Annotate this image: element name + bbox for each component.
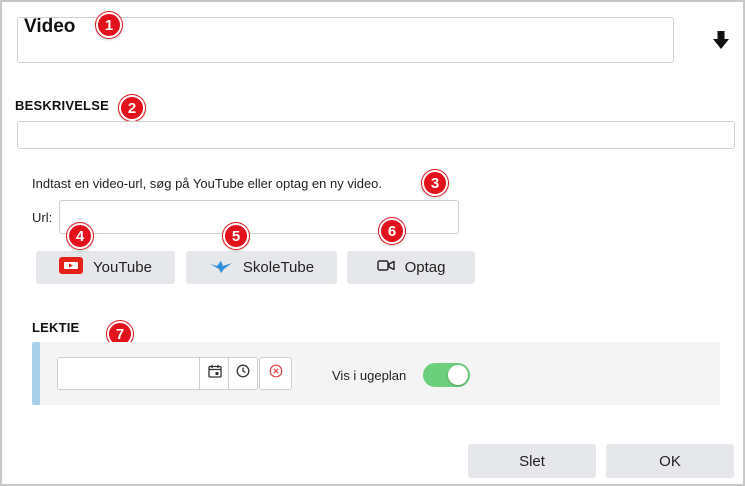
toggle-knob [448, 365, 468, 385]
skoletube-button[interactable]: SkoleTube [186, 251, 337, 284]
callout-badge-5: 5 [223, 223, 249, 249]
date-input[interactable] [57, 357, 200, 390]
video-camera-icon [376, 259, 395, 276]
lektie-label: LEKTIE [32, 320, 80, 335]
callout-badge-3: 3 [422, 170, 448, 196]
calendar-icon [207, 364, 222, 383]
skoletube-bird-icon [209, 258, 233, 278]
dialog-frame: Video 1 BESKRIVELSE 2 Indtast en video-u… [0, 0, 745, 486]
title-text: Video [24, 16, 76, 37]
youtube-button[interactable]: YouTube [36, 251, 175, 284]
description-input[interactable] [17, 121, 735, 149]
delete-button[interactable]: Slet [468, 444, 596, 478]
ok-button-label: OK [659, 452, 681, 470]
show-in-weekplan-toggle[interactable] [423, 363, 470, 387]
delete-button-label: Slet [519, 452, 545, 470]
callout-badge-1: 1 [96, 12, 122, 38]
record-button[interactable]: Optag [347, 251, 475, 284]
show-in-weekplan-label: Vis i ugeplan [332, 368, 407, 383]
time-button[interactable] [228, 357, 258, 390]
url-label: Url: [32, 210, 53, 225]
calendar-button[interactable] [199, 357, 229, 390]
record-button-label: Optag [404, 259, 446, 276]
description-label: BESKRIVELSE [15, 98, 109, 113]
download-icon[interactable] [710, 29, 732, 51]
callout-badge-6: 6 [379, 218, 405, 244]
url-hint-text: Indtast en video-url, søg på YouTube ell… [32, 176, 383, 191]
ok-button[interactable]: OK [606, 444, 734, 478]
youtube-icon [59, 257, 84, 278]
callout-badge-4: 4 [67, 223, 93, 249]
clear-circle-x-icon [269, 364, 283, 383]
youtube-button-label: YouTube [93, 259, 152, 276]
callout-badge-2: 2 [119, 95, 145, 121]
skoletube-button-label: SkoleTube [242, 259, 315, 276]
clear-date-button[interactable] [259, 357, 292, 390]
clock-icon [236, 364, 250, 383]
